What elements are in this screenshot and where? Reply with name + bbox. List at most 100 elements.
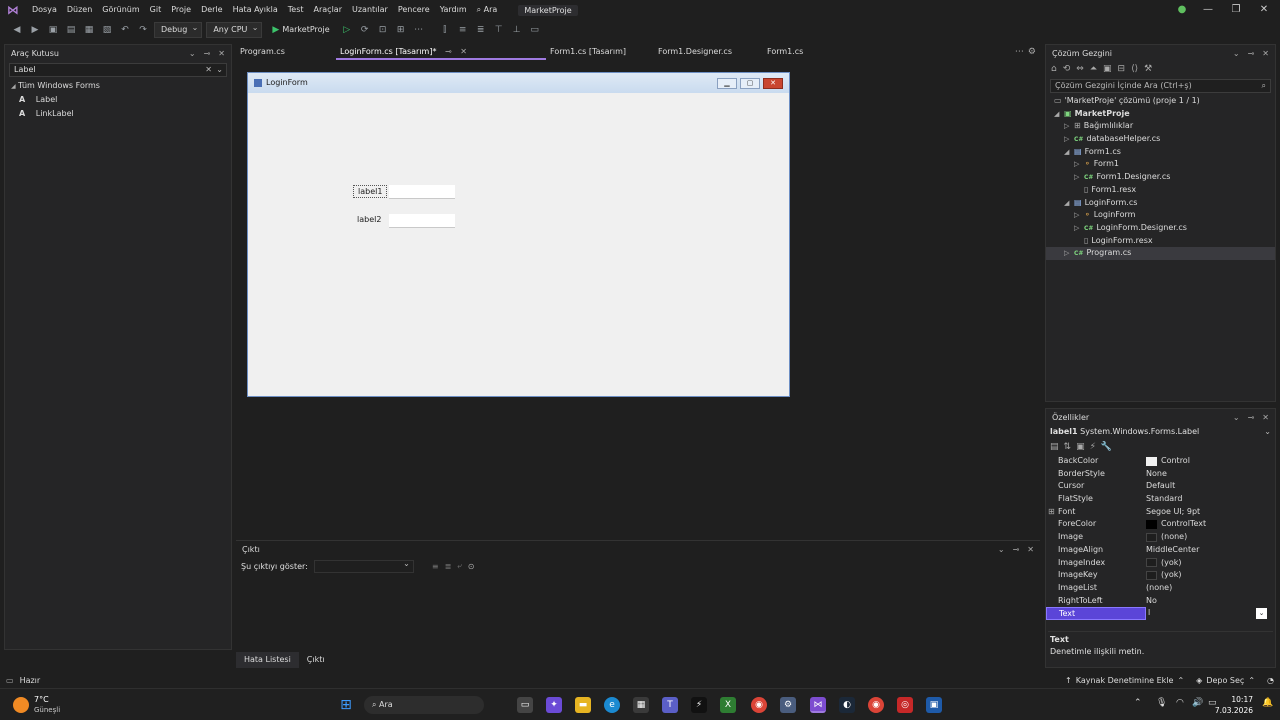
configuration-select[interactable]: Debug bbox=[154, 21, 203, 38]
visual-studio-logo-icon[interactable]: ⋈ bbox=[5, 2, 21, 18]
volume-icon[interactable]: 🔊 bbox=[1192, 698, 1203, 708]
menu-uzantilar[interactable]: Uzantılar bbox=[347, 0, 393, 20]
property-row[interactable]: RightToLeft No bbox=[1046, 595, 1275, 608]
property-row[interactable]: Image (none) bbox=[1046, 531, 1275, 544]
expand-icon[interactable]: ⊞ bbox=[1048, 506, 1055, 519]
close-icon[interactable]: ✕ bbox=[218, 49, 225, 58]
text-property-input[interactable]: l bbox=[1146, 607, 1256, 620]
property-row[interactable]: ImageKey (yok) bbox=[1046, 569, 1275, 582]
menu-git[interactable]: Git bbox=[145, 0, 167, 20]
property-row[interactable]: Cursor Default bbox=[1046, 480, 1275, 493]
filter-icon[interactable]: ⏶ bbox=[1090, 64, 1097, 74]
menu-proje[interactable]: Proje bbox=[166, 0, 196, 20]
align-middle-icon[interactable]: ⊥ bbox=[510, 23, 524, 37]
property-pages-icon[interactable]: 🔧 bbox=[1101, 442, 1112, 452]
visual-studio-taskbar-icon[interactable]: ⋈ bbox=[810, 697, 826, 713]
form1-class-node[interactable]: ▷ ⚬ Form1 bbox=[1046, 158, 1275, 171]
clock-date[interactable]: 7.03.2026 bbox=[1205, 706, 1253, 715]
notification-icon[interactable]: ◔ bbox=[1267, 676, 1274, 685]
more-icon[interactable]: ⋯ bbox=[412, 23, 426, 37]
project-node[interactable]: ◢ ▣ MarketProje bbox=[1046, 108, 1275, 121]
weather-icon[interactable] bbox=[13, 697, 29, 713]
task-view-icon[interactable]: ▭ bbox=[517, 697, 533, 713]
file-explorer-icon[interactable]: ▬ bbox=[575, 697, 591, 713]
property-row[interactable]: ⊞ Font Segoe UI; 9pt bbox=[1046, 506, 1275, 519]
home-icon[interactable]: ⌂ bbox=[1051, 64, 1057, 74]
platform-select[interactable]: Any CPU bbox=[206, 21, 263, 38]
save-icon[interactable]: ▦ bbox=[82, 23, 96, 37]
tab-program-cs[interactable]: Program.cs bbox=[236, 44, 336, 60]
loginform-designer-node[interactable]: ▷ C# LoginForm.Designer.cs bbox=[1046, 222, 1275, 235]
textbox1-control[interactable] bbox=[389, 185, 455, 199]
solution-node[interactable]: ▭ 'MarketProje' çözümü (proje 1 / 1) bbox=[1046, 95, 1275, 108]
toolbox-search-input[interactable]: Label ✕ ⌄ bbox=[9, 63, 227, 77]
close-icon[interactable]: ✕ bbox=[1262, 49, 1269, 58]
tab-loginform-design[interactable]: LoginForm.cs [Tasarım]* ⊸ ✕ bbox=[336, 44, 546, 60]
forward-icon[interactable]: ▶ bbox=[28, 23, 42, 37]
clear-icon[interactable]: ✕ bbox=[205, 64, 212, 76]
wifi-icon[interactable]: ◠ bbox=[1176, 698, 1184, 708]
output-source-select[interactable]: ⌄ bbox=[313, 559, 414, 573]
property-row[interactable]: ImageList (none) bbox=[1046, 582, 1275, 595]
chrome-profile-icon[interactable]: ◉ bbox=[868, 697, 884, 713]
search-menu[interactable]: ⌕ Ara bbox=[472, 0, 503, 20]
categorized-icon[interactable]: ▤ bbox=[1050, 442, 1059, 452]
menu-gorunum[interactable]: Görünüm bbox=[97, 0, 144, 20]
property-row[interactable]: ImageIndex (yok) bbox=[1046, 557, 1275, 570]
edge-icon[interactable]: e bbox=[604, 697, 620, 713]
property-row[interactable]: BorderStyle None bbox=[1046, 468, 1275, 481]
browse-icon[interactable]: ⊡ bbox=[376, 23, 390, 37]
back-icon[interactable]: ◀ bbox=[10, 23, 24, 37]
chevron-down-icon[interactable]: ⌄ bbox=[1233, 413, 1240, 422]
events-icon[interactable]: ⚡ bbox=[1090, 442, 1096, 452]
tab-overflow-icon[interactable]: ⋯ bbox=[1015, 47, 1028, 57]
pin-icon[interactable]: ⊸ bbox=[1248, 413, 1255, 422]
menu-araclar[interactable]: Araçlar bbox=[309, 0, 347, 20]
chrome-icon[interactable]: ◉ bbox=[751, 697, 767, 713]
show-files-icon[interactable]: ▣ bbox=[1103, 64, 1112, 74]
chevron-down-icon[interactable]: ⌄ bbox=[216, 64, 223, 76]
menu-yardim[interactable]: Yardım bbox=[435, 0, 472, 20]
object-selector[interactable]: label1 System.Windows.Forms.Label ⌄ bbox=[1046, 425, 1275, 439]
align-center-icon[interactable]: ≡ bbox=[456, 23, 470, 37]
property-row-text[interactable]: Text l ⌄ bbox=[1046, 607, 1275, 620]
toolbox-item-label[interactable]: A Label bbox=[5, 93, 231, 107]
close-button[interactable]: ✕ bbox=[1250, 0, 1278, 20]
tab-form1-designer-cs[interactable]: Form1.Designer.cs bbox=[654, 44, 763, 60]
form-minimize-icon[interactable]: ▁ bbox=[717, 78, 737, 89]
select-repo-button[interactable]: Depo Seç bbox=[1206, 676, 1244, 685]
form1-cs-node[interactable]: ◢ ▤ Form1.cs bbox=[1046, 146, 1275, 159]
dependencies-node[interactable]: ▷ ⊞ Bağımlılıklar bbox=[1046, 120, 1275, 133]
excel-icon[interactable]: X bbox=[720, 697, 736, 713]
app-blue-icon[interactable]: ▣ bbox=[926, 697, 942, 713]
login-form-window[interactable]: LoginForm ▁ ▢ ✕ label1 label2 bbox=[247, 72, 790, 397]
form-close-icon[interactable]: ✕ bbox=[763, 78, 783, 89]
add-source-control-button[interactable]: Kaynak Denetimine Ekle bbox=[1076, 676, 1174, 685]
align-top-icon[interactable]: ⊤ bbox=[492, 23, 506, 37]
microphone-icon[interactable]: 🎙 bbox=[1156, 698, 1167, 708]
clear-all-icon[interactable]: ≣ bbox=[445, 562, 452, 571]
tab-output[interactable]: Çıktı bbox=[299, 652, 333, 668]
solution-search-input[interactable]: Çözüm Gezgini İçinde Ara (Ctrl+ş) ⌕ bbox=[1050, 79, 1271, 93]
databasehelper-node[interactable]: ▷ C# databaseHelper.cs bbox=[1046, 133, 1275, 146]
undo-icon[interactable]: ↶ bbox=[118, 23, 132, 37]
dropdown-button[interactable]: ⌄ bbox=[1256, 608, 1267, 620]
tab-error-list[interactable]: Hata Listesi bbox=[236, 652, 299, 668]
property-row[interactable]: ForeColor ControlText bbox=[1046, 518, 1275, 531]
properties-icon[interactable]: ⚒ bbox=[1144, 64, 1152, 74]
align-right-icon[interactable]: ≣ bbox=[474, 23, 488, 37]
gear-icon[interactable]: ⚙ bbox=[1028, 47, 1040, 57]
taskbar-search[interactable]: ⌕ Ara bbox=[364, 696, 484, 714]
chevron-down-icon[interactable]: ⌄ bbox=[1233, 49, 1240, 58]
close-icon[interactable]: ✕ bbox=[1027, 545, 1034, 554]
property-row[interactable]: BackColor Control bbox=[1046, 455, 1275, 468]
program-cs-node[interactable]: ▷ C# Program.cs bbox=[1046, 247, 1275, 260]
new-project-icon[interactable]: ▣ bbox=[46, 23, 60, 37]
sync-icon[interactable]: ⟲ bbox=[1063, 64, 1071, 74]
menu-test[interactable]: Test bbox=[283, 0, 309, 20]
app-icon[interactable]: ⚡ bbox=[691, 697, 707, 713]
copilot-icon[interactable]: ● bbox=[1168, 0, 1196, 20]
teams-icon[interactable]: T bbox=[662, 697, 678, 713]
loginform-cs-node[interactable]: ◢ ▤ LoginForm.cs bbox=[1046, 197, 1275, 210]
open-file-icon[interactable]: ▤ bbox=[64, 23, 78, 37]
